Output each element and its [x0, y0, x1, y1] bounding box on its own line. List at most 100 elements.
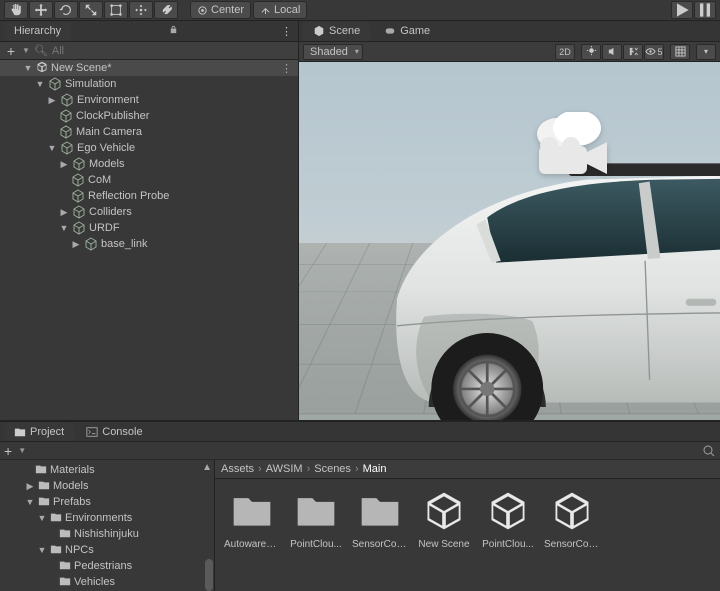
fold-icon[interactable]: ▼ — [35, 79, 45, 89]
shading-dropdown[interactable]: Shaded — [303, 44, 363, 60]
node-clockpublisher[interactable]: ClockPublisher — [0, 108, 298, 124]
fold-icon[interactable]: ▶ — [59, 207, 69, 218]
pivot-mode[interactable]: Center — [190, 1, 251, 19]
move-tool[interactable] — [29, 1, 53, 19]
folder-icon — [294, 489, 338, 533]
crumb-awsim[interactable]: AWSIM — [266, 463, 303, 475]
gameobject-icon — [60, 93, 74, 107]
asset-grid[interactable]: AutowareS... PointClou... SensorConf... New… — [215, 479, 720, 591]
scene-viewport[interactable] — [299, 62, 720, 420]
folder-environments[interactable]: ▼Environments — [0, 510, 214, 526]
hierarchy-menu-icon[interactable]: ⋮ — [275, 25, 298, 38]
project-tab[interactable]: Project — [4, 423, 74, 441]
chevron-right-icon: › — [355, 463, 359, 475]
pivot-label: Center — [211, 4, 244, 16]
custom-tool[interactable] — [154, 1, 178, 19]
unity-scene-icon — [36, 61, 48, 76]
grid-toggle[interactable] — [670, 44, 690, 60]
mode-2d-button[interactable]: 2D — [555, 44, 575, 60]
rect-tool[interactable] — [104, 1, 128, 19]
fold-icon[interactable]: ▶ — [59, 159, 69, 170]
camera-gizmo-icon — [519, 112, 619, 182]
folder-materials[interactable]: Materials — [0, 462, 214, 478]
folder-icon — [14, 426, 26, 438]
fold-icon[interactable]: ▼ — [59, 223, 69, 233]
chevron-right-icon: › — [307, 463, 311, 475]
hierarchy-panel: Hierarchy ⋮ + ▼ 🔍︎ ⋮ ▼ New Scene* ▼Simul… — [0, 21, 299, 420]
asset-label: New Scene — [416, 539, 472, 550]
project-tree-scrollbar[interactable] — [204, 474, 214, 591]
scroll-up-icon[interactable]: ▲ — [202, 462, 212, 473]
hierarchy-searchbar: + ▼ 🔍︎ — [0, 42, 298, 60]
gameobject-icon — [72, 205, 86, 219]
asset-item[interactable]: New Scene — [421, 489, 467, 581]
asset-item[interactable]: PointClou... — [293, 489, 339, 581]
chevron-right-icon: › — [258, 463, 262, 475]
search-icon[interactable] — [702, 444, 716, 458]
node-urdf[interactable]: ▼URDF — [0, 220, 298, 236]
fold-icon[interactable]: ▶ — [71, 239, 81, 250]
hierarchy-tab[interactable]: Hierarchy — [4, 22, 71, 41]
lighting-toggle[interactable] — [581, 44, 601, 60]
gameobject-icon — [60, 141, 74, 155]
node-colliders[interactable]: ▶Colliders — [0, 204, 298, 220]
node-baselink[interactable]: ▶base_link — [0, 236, 298, 252]
rotate-tool[interactable] — [54, 1, 78, 19]
fx-toggle[interactable] — [623, 44, 643, 60]
folder-prefabs[interactable]: ▼Prefabs — [0, 494, 214, 510]
asset-item[interactable]: AutowareS... — [229, 489, 275, 581]
node-environment[interactable]: ▶Environment — [0, 92, 298, 108]
node-simulation[interactable]: ▼Simulation — [0, 76, 298, 92]
gizmo-dropdown[interactable]: ▾ — [696, 44, 716, 60]
hidden-toggle[interactable]: 5 — [644, 44, 664, 60]
asset-item[interactable]: SensorConf... — [549, 489, 595, 581]
hierarchy-create-button[interactable]: + — [4, 43, 18, 59]
play-button[interactable] — [671, 1, 693, 19]
project-folder-tree[interactable]: ▲ Materials ▶Models ▼Prefabs ▼Environmen… — [0, 460, 215, 591]
transform-tool[interactable] — [129, 1, 153, 19]
search-icon: 🔍︎ — [34, 44, 48, 57]
hierarchy-search-input[interactable] — [52, 45, 294, 57]
crumb-scenes[interactable]: Scenes — [314, 463, 351, 475]
folder-icon — [230, 489, 274, 533]
scene-icon — [313, 25, 325, 37]
folder-vehicles[interactable]: Vehicles — [0, 574, 214, 590]
node-egovehicle[interactable]: ▼Ego Vehicle — [0, 140, 298, 156]
project-create-button[interactable]: + — [4, 443, 12, 459]
gameobject-icon — [72, 157, 86, 171]
crumb-main[interactable]: Main — [363, 463, 387, 475]
audio-toggle[interactable] — [602, 44, 622, 60]
hierarchy-tree[interactable]: ⋮ ▼ New Scene* ▼Simulation ▶Environment … — [0, 60, 298, 420]
hierarchy-create-dropdown[interactable]: ▼ — [22, 46, 30, 55]
fold-icon[interactable]: ▼ — [47, 143, 57, 153]
hierarchy-lock-icon[interactable] — [162, 24, 185, 38]
scene-row[interactable]: ▼ New Scene* — [0, 60, 298, 76]
folder-nishishinjuku[interactable]: Nishishinjuku — [0, 526, 214, 542]
asset-item[interactable]: PointClou... — [485, 489, 531, 581]
node-maincamera[interactable]: Main Camera — [0, 124, 298, 140]
node-reflection[interactable]: Reflection Probe — [0, 188, 298, 204]
fold-icon[interactable]: ▶ — [47, 95, 57, 106]
crumb-assets[interactable]: Assets — [221, 463, 254, 475]
folder-pedestrians[interactable]: Pedestrians — [0, 558, 214, 574]
gameobject-icon — [71, 173, 85, 187]
asset-item[interactable]: SensorConf... — [357, 489, 403, 581]
vehicle-model — [379, 152, 720, 420]
node-com[interactable]: CoM — [0, 172, 298, 188]
scene-panel: Scene Game Shaded 2D 5 ▾ — [299, 21, 720, 420]
hand-tool[interactable] — [4, 1, 28, 19]
space-mode[interactable]: Local — [253, 1, 307, 19]
folder-npcs[interactable]: ▼NPCs — [0, 542, 214, 558]
console-tab[interactable]: Console — [76, 423, 152, 441]
project-create-dropdown[interactable]: ▼ — [18, 446, 26, 455]
node-models[interactable]: ▶Models — [0, 156, 298, 172]
breadcrumb: Assets › AWSIM › Scenes › Main — [215, 460, 720, 479]
folder-icon — [358, 489, 402, 533]
hierarchy-item-menu[interactable]: ⋮ — [281, 62, 292, 75]
scale-tool[interactable] — [79, 1, 103, 19]
scene-tab[interactable]: Scene — [303, 22, 370, 41]
pause-button[interactable] — [694, 1, 716, 19]
game-tab[interactable]: Game — [374, 22, 440, 41]
fold-icon[interactable]: ▼ — [23, 63, 33, 73]
folder-models[interactable]: ▶Models — [0, 478, 214, 494]
